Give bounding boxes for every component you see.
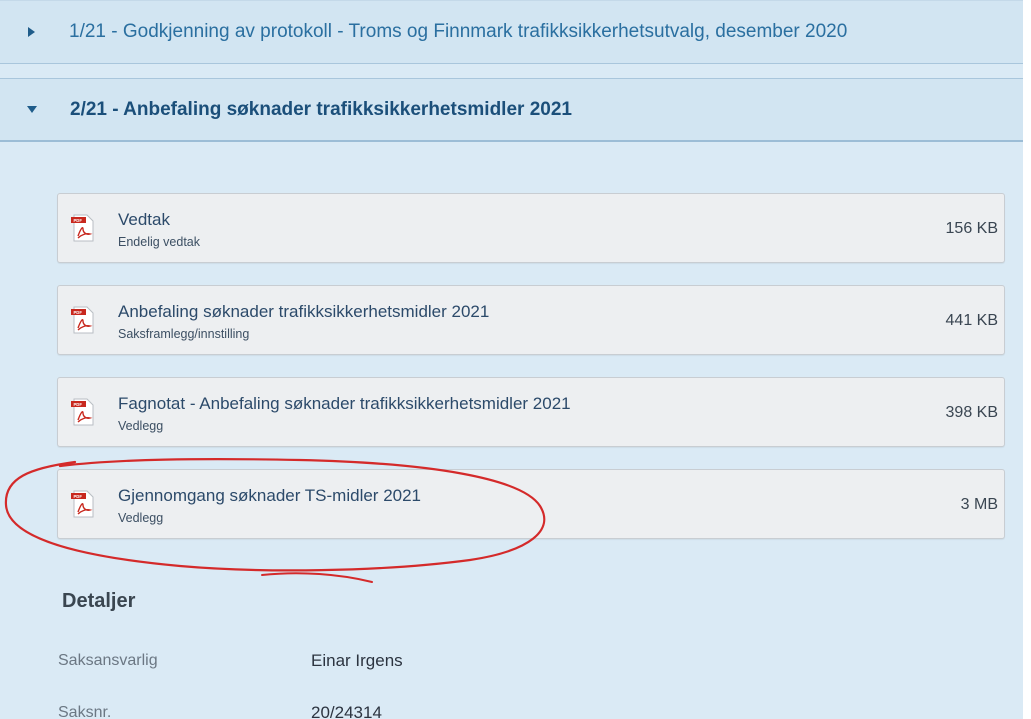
accordion-item-2-title: 2/21 - Anbefaling søknader trafikksikker… [70,98,572,120]
document-type: Vedlegg [118,511,164,525]
svg-text:PDF: PDF [74,310,83,315]
document-type: Vedlegg [118,419,164,433]
document-title: Fagnotat - Anbefaling søknader trafikksi… [118,394,571,413]
document-card-fagnotat[interactable]: PDF Fagnotat - Anbefaling søknader trafi… [57,377,1005,447]
detail-value-saksansvarlig: Einar Irgens [311,651,403,670]
detail-label-saksnr: Saksnr. [58,704,112,719]
svg-text:PDF: PDF [74,494,83,499]
document-size: 441 KB [945,312,998,329]
accordion-item-2[interactable]: 2/21 - Anbefaling søknader trafikksikker… [0,78,1023,142]
svg-text:PDF: PDF [74,402,83,407]
pdf-file-icon: PDF [71,490,94,518]
chevron-down-icon [27,106,37,113]
details-heading: Detaljer [62,590,136,612]
svg-text:PDF: PDF [74,218,83,223]
case-page: 1/21 - Godkjenning av protokoll - Troms … [0,0,1023,719]
document-type: Endelig vedtak [118,235,201,249]
document-type: Saksframlegg/innstilling [118,327,250,341]
document-size: 3 MB [960,496,998,513]
document-card-vedtak[interactable]: PDF Vedtak Endelig vedtak 156 KB [57,193,1005,263]
detail-value-saksnr: 20/24314 [311,703,382,719]
document-card-gjennomgang[interactable]: PDF Gjennomgang søknader TS-midler 2021 … [57,469,1005,539]
pdf-file-icon: PDF [71,306,94,334]
document-title: Gjennomgang søknader TS-midler 2021 [118,486,422,505]
pdf-file-icon: PDF [71,214,94,242]
detail-label-saksansvarlig: Saksansvarlig [58,652,158,669]
document-title: Vedtak [118,210,170,229]
document-title: Anbefaling søknader trafikksikkerhetsmid… [118,302,490,321]
document-size: 398 KB [945,404,998,421]
accordion-item-1-title: 1/21 - Godkjenning av protokoll - Troms … [69,21,848,42]
accordion-item-1[interactable]: 1/21 - Godkjenning av protokoll - Troms … [0,0,1023,64]
document-card-anbefaling[interactable]: PDF Anbefaling søknader trafikksikkerhet… [57,285,1005,355]
chevron-right-icon [28,27,35,37]
pdf-file-icon: PDF [71,398,94,426]
document-size: 156 KB [945,220,998,237]
